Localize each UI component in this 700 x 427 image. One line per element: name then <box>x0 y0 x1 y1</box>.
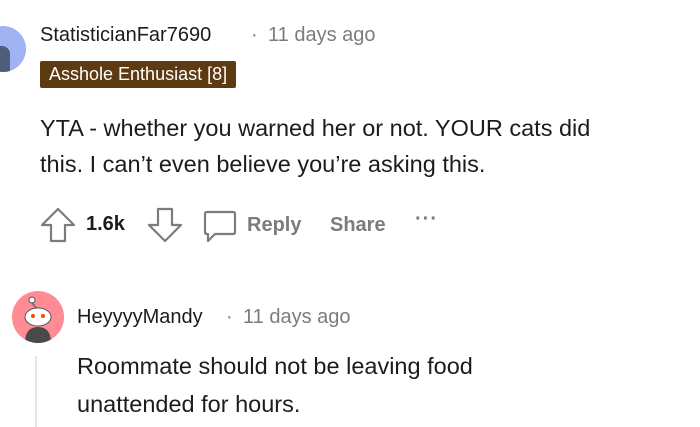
comment-text-line: YTA - whether you warned her or not. YOU… <box>40 115 591 141</box>
comment-text-line: unattended for hours. <box>77 391 301 417</box>
comment-timestamp[interactable]: 11 days ago <box>243 306 351 329</box>
upvote-button[interactable] <box>38 203 78 247</box>
comment-body: YTA - whether you warned her or not. YOU… <box>40 110 690 182</box>
comment-timestamp[interactable]: 11 days ago <box>268 24 376 47</box>
snoo-avatar-icon <box>24 296 52 343</box>
reply-button-label[interactable]: Reply <box>247 214 301 237</box>
comment-username[interactable]: HeyyyyMandy <box>77 306 203 329</box>
more-options-icon[interactable]: ··· <box>415 208 438 231</box>
comment-text-line: Roommate should not be leaving food <box>77 353 473 379</box>
avatar[interactable] <box>12 291 64 343</box>
meta-separator: · <box>226 306 233 328</box>
share-button[interactable]: Share <box>330 214 386 237</box>
comment-username[interactable]: StatisticianFar7690 <box>40 24 211 47</box>
thread-line[interactable] <box>35 356 37 427</box>
comment-action-bar: 1.6k Reply Share ··· <box>38 203 488 247</box>
avatar[interactable] <box>0 26 26 72</box>
meta-separator: · <box>251 24 258 46</box>
snoo-avatar-icon <box>0 46 10 72</box>
comment-text-line: this. I can’t even believe you’re asking… <box>40 151 486 177</box>
vote-score: 1.6k <box>86 213 125 235</box>
reply-button[interactable] <box>201 206 239 246</box>
downvote-button[interactable] <box>145 203 185 247</box>
upvote-arrow-icon <box>40 207 76 243</box>
user-flair-badge: Asshole Enthusiast [8] <box>40 61 237 88</box>
downvote-arrow-icon <box>147 207 183 243</box>
comment-reply-icon <box>203 210 237 243</box>
comment-body: Roommate should not be leaving food unat… <box>77 347 677 423</box>
